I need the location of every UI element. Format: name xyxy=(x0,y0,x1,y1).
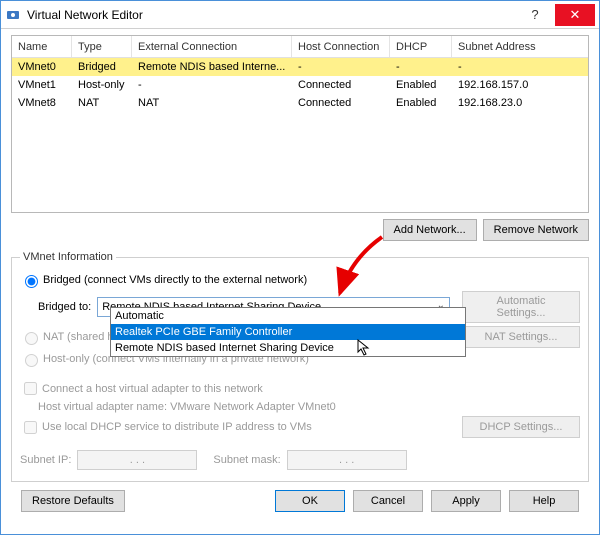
col-subnet[interactable]: Subnet Address xyxy=(452,36,588,57)
ok-button[interactable]: OK xyxy=(275,490,345,512)
dropdown-option[interactable]: Remote NDIS based Internet Sharing Devic… xyxy=(111,340,465,356)
remove-network-button[interactable]: Remove Network xyxy=(483,219,589,241)
dropdown-option[interactable]: Automatic xyxy=(111,308,465,324)
subnet-mask-input: . . . xyxy=(287,450,407,470)
nat-settings-button: NAT Settings... xyxy=(462,326,580,348)
col-external[interactable]: External Connection xyxy=(132,36,292,57)
subnet-ip-input: . . . xyxy=(77,450,197,470)
radio-bridged[interactable] xyxy=(25,275,38,288)
check-dhcp-label: Use local DHCP service to distribute IP … xyxy=(42,421,312,433)
subnet-ip-label: Subnet IP: xyxy=(20,454,71,466)
titlebar: Virtual Network Editor ? ✕ xyxy=(1,1,599,29)
vmnet-info-group: VMnet Information Bridged (connect VMs d… xyxy=(11,251,589,482)
apply-button[interactable]: Apply xyxy=(431,490,501,512)
help-window-button[interactable]: ? xyxy=(515,4,555,26)
help-button[interactable]: Help xyxy=(509,490,579,512)
radio-nat xyxy=(25,332,38,345)
automatic-settings-button: Automatic Settings... xyxy=(462,291,580,323)
add-network-button[interactable]: Add Network... xyxy=(383,219,477,241)
app-icon xyxy=(5,7,21,23)
adapter-hint: Host virtual adapter name: VMware Networ… xyxy=(38,401,336,413)
table-row[interactable]: VMnet8 NAT NAT Connected Enabled 192.168… xyxy=(12,94,588,112)
bridged-to-label: Bridged to: xyxy=(38,301,91,313)
check-dhcp xyxy=(24,421,37,434)
col-host[interactable]: Host Connection xyxy=(292,36,390,57)
dropdown-option[interactable]: Realtek PCIe GBE Family Controller xyxy=(111,324,465,340)
radio-bridged-label: Bridged (connect VMs directly to the ext… xyxy=(43,274,307,286)
table-row[interactable]: VMnet0 Bridged Remote NDIS based Interne… xyxy=(12,58,588,76)
window-title: Virtual Network Editor xyxy=(27,8,515,22)
group-legend: VMnet Information xyxy=(20,251,116,263)
bridged-to-dropdown[interactable]: Automatic Realtek PCIe GBE Family Contro… xyxy=(110,307,466,357)
subnet-mask-label: Subnet mask: xyxy=(213,454,280,466)
network-table[interactable]: Name Type External Connection Host Conne… xyxy=(11,35,589,213)
col-name[interactable]: Name xyxy=(12,36,72,57)
cancel-button[interactable]: Cancel xyxy=(353,490,423,512)
table-row[interactable]: VMnet1 Host-only - Connected Enabled 192… xyxy=(12,76,588,94)
restore-defaults-button[interactable]: Restore Defaults xyxy=(21,490,125,512)
close-window-button[interactable]: ✕ xyxy=(555,4,595,26)
col-type[interactable]: Type xyxy=(72,36,132,57)
col-dhcp[interactable]: DHCP xyxy=(390,36,452,57)
dhcp-settings-button: DHCP Settings... xyxy=(462,416,580,438)
check-host-adapter xyxy=(24,382,37,395)
radio-hostonly xyxy=(25,354,38,367)
check-host-adapter-label: Connect a host virtual adapter to this n… xyxy=(42,383,263,395)
table-header: Name Type External Connection Host Conne… xyxy=(12,36,588,58)
